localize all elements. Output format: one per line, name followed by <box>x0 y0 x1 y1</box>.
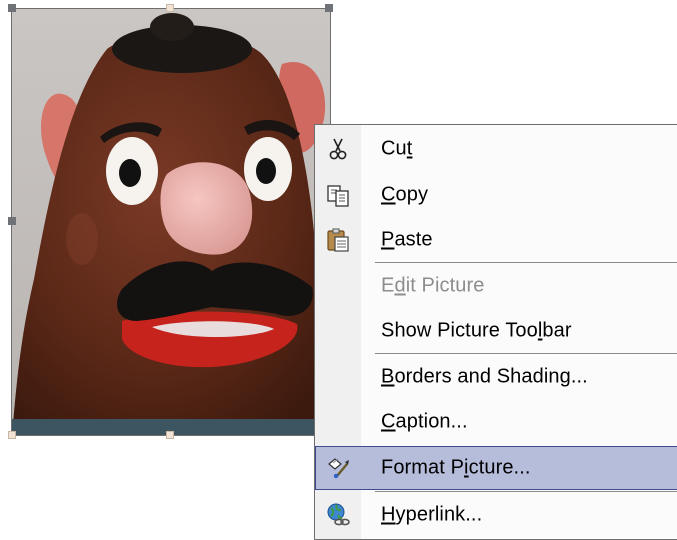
selection-handle-top-right[interactable] <box>325 4 333 12</box>
menu-separator <box>375 491 677 492</box>
context-menu: Cut Copy Paste Edit Picture Show Picture… <box>314 124 677 540</box>
selection-handle-bottom-left[interactable] <box>8 431 16 439</box>
menu-item-format-picture[interactable]: Format Picture... <box>315 446 677 490</box>
menu-item-copy[interactable]: Copy <box>315 173 677 217</box>
menu-item-label: Format Picture... <box>381 456 531 479</box>
menu-item-hyperlink[interactable]: Hyperlink... <box>315 493 677 537</box>
menu-item-label: Edit Picture <box>381 274 485 297</box>
menu-item-label: Hyperlink... <box>381 503 483 526</box>
menu-separator <box>375 262 677 263</box>
menu-item-show-picture-toolbar[interactable]: Show Picture Toolbar <box>315 309 677 353</box>
copy-icon <box>327 185 349 207</box>
menu-item-label: Caption... <box>381 410 468 433</box>
scissors-icon <box>329 138 347 160</box>
menu-item-label: Copy <box>381 183 429 206</box>
menu-item-edit-picture: Edit Picture <box>315 264 677 308</box>
selection-handle-top-center[interactable] <box>166 4 174 12</box>
potato-head-photo <box>12 9 330 435</box>
menu-item-cut[interactable]: Cut <box>315 127 677 171</box>
selection-handle-middle-left[interactable] <box>8 217 16 225</box>
menu-separator <box>375 353 677 354</box>
document-canvas: Cut Copy Paste Edit Picture Show Picture… <box>0 0 677 540</box>
globe-link-icon <box>327 503 350 526</box>
menu-item-label: Paste <box>381 228 433 251</box>
selected-picture[interactable] <box>11 8 331 436</box>
format-picture-icon <box>328 458 349 479</box>
menu-item-label: Show Picture Toolbar <box>381 319 572 342</box>
menu-item-label: Borders and Shading... <box>381 365 588 388</box>
selection-handle-bottom-center[interactable] <box>166 431 174 439</box>
clipboard-icon <box>327 228 349 252</box>
menu-item-borders-and-shading[interactable]: Borders and Shading... <box>315 355 677 399</box>
menu-item-paste[interactable]: Paste <box>315 218 677 262</box>
selection-handle-top-left[interactable] <box>8 4 16 12</box>
menu-item-label: Cut <box>381 137 413 160</box>
menu-item-caption[interactable]: Caption... <box>315 400 677 444</box>
